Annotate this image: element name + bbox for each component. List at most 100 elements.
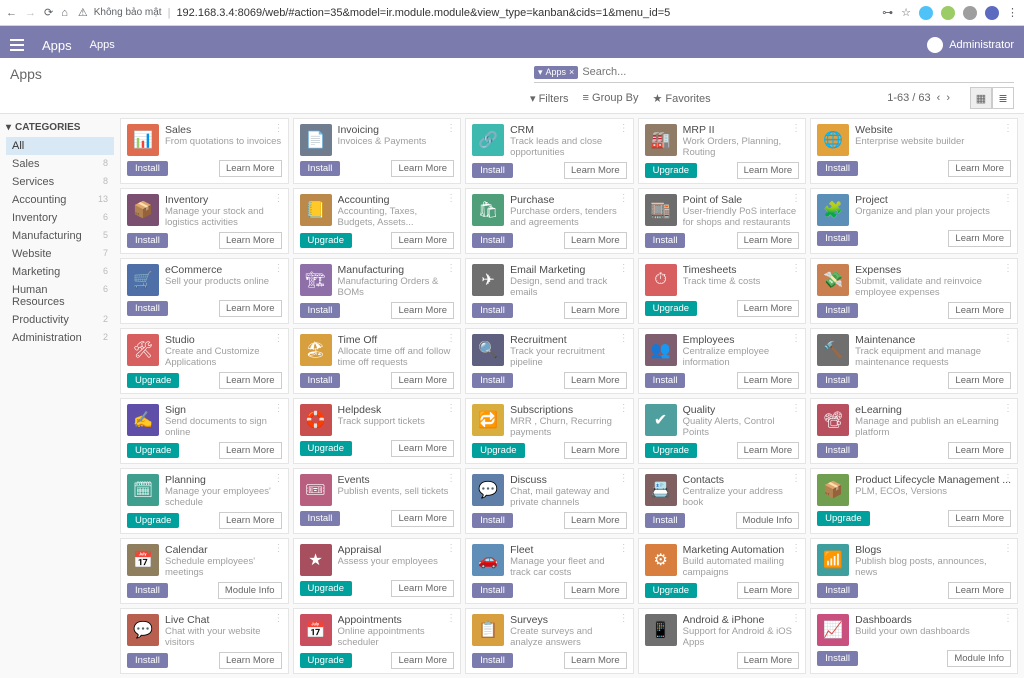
learn-more-button[interactable]: Learn More <box>737 300 800 317</box>
app-card[interactable]: ⋮🛍PurchasePurchase orders, tenders and a… <box>465 188 634 254</box>
learn-more-button[interactable]: Learn More <box>219 232 282 249</box>
card-menu-icon[interactable]: ⋮ <box>619 543 629 554</box>
sidebar-item-services[interactable]: Services8 <box>6 173 114 191</box>
learn-more-button[interactable]: Learn More <box>564 442 627 459</box>
install-button[interactable]: Install <box>817 583 858 598</box>
install-button[interactable]: Install <box>472 233 513 248</box>
facet-remove-icon[interactable]: × <box>569 67 574 77</box>
card-menu-icon[interactable]: ⋮ <box>791 403 801 414</box>
learn-more-button[interactable]: Module Info <box>736 512 800 529</box>
app-card[interactable]: ⋮🔍RecruitmentTrack your recruitment pipe… <box>465 328 634 394</box>
app-card[interactable]: ⋮⚙Marketing AutomationBuild automated ma… <box>638 538 807 604</box>
app-card[interactable]: ⋮👥EmployeesCentralize employee informati… <box>638 328 807 394</box>
app-card[interactable]: ⋮🌐WebsiteEnterprise website builderInsta… <box>810 118 1018 184</box>
key-icon[interactable]: ⊶ <box>882 6 893 19</box>
app-card[interactable]: ⋮⏱TimesheetsTrack time & costsUpgradeLea… <box>638 258 807 324</box>
install-button[interactable]: Install <box>817 443 858 458</box>
browser-menu-icon[interactable]: ⋮ <box>1007 6 1018 19</box>
learn-more-button[interactable]: Learn More <box>219 512 282 529</box>
learn-more-button[interactable]: Learn More <box>737 582 800 599</box>
learn-more-button[interactable]: Learn More <box>564 582 627 599</box>
card-menu-icon[interactable]: ⋮ <box>1003 193 1013 204</box>
app-card[interactable]: ⋮🛟HelpdeskTrack support ticketsUpgradeLe… <box>293 398 462 464</box>
install-button[interactable]: Install <box>300 373 341 388</box>
sidebar-item-inventory[interactable]: Inventory6 <box>6 209 114 227</box>
sidebar-item-website[interactable]: Website7 <box>6 245 114 263</box>
card-menu-icon[interactable]: ⋮ <box>1003 613 1013 624</box>
card-menu-icon[interactable]: ⋮ <box>791 193 801 204</box>
app-card[interactable]: ⋮📅AppointmentsOnline appointments schedu… <box>293 608 462 674</box>
caret-down-icon[interactable]: ▾ <box>6 122 11 133</box>
card-menu-icon[interactable]: ⋮ <box>619 613 629 624</box>
upgrade-button[interactable]: Upgrade <box>645 163 697 178</box>
learn-more-button[interactable]: Learn More <box>948 160 1011 177</box>
app-card[interactable]: ⋮🛠StudioCreate and Customize Application… <box>120 328 289 394</box>
app-card[interactable]: ⋮📋SurveysCreate surveys and analyze answ… <box>465 608 634 674</box>
app-card[interactable]: ⋮📦InventoryManage your stock and logisti… <box>120 188 289 254</box>
back-icon[interactable]: ← <box>6 7 17 19</box>
learn-more-button[interactable]: Learn More <box>391 372 454 389</box>
sidebar-item-human-resources[interactable]: Human Resources6 <box>6 281 114 311</box>
sidebar-item-accounting[interactable]: Accounting13 <box>6 191 114 209</box>
list-view-btn[interactable]: ≣ <box>992 87 1014 109</box>
sidebar-item-manufacturing[interactable]: Manufacturing5 <box>6 227 114 245</box>
reload-icon[interactable]: ⟳ <box>44 6 53 19</box>
app-card[interactable]: ⋮📈DashboardsBuild your own dashboardsIns… <box>810 608 1018 674</box>
learn-more-button[interactable]: Learn More <box>948 372 1011 389</box>
app-card[interactable]: ⋮🔨MaintenanceTrack equipment and manage … <box>810 328 1018 394</box>
card-menu-icon[interactable]: ⋮ <box>1003 473 1013 484</box>
learn-more-button[interactable]: Learn More <box>391 232 454 249</box>
learn-more-button[interactable]: Module Info <box>218 582 282 599</box>
learn-more-button[interactable]: Learn More <box>564 302 627 319</box>
learn-more-button[interactable]: Learn More <box>564 372 627 389</box>
upgrade-button[interactable]: Upgrade <box>127 373 179 388</box>
upgrade-button[interactable]: Upgrade <box>300 441 352 456</box>
card-menu-icon[interactable]: ⋮ <box>274 263 284 274</box>
app-card[interactable]: ⋮★AppraisalAssess your employeesUpgradeL… <box>293 538 462 604</box>
card-menu-icon[interactable]: ⋮ <box>446 543 456 554</box>
url-text[interactable]: 192.168.3.4:8069/web/#action=35&model=ir… <box>176 7 670 19</box>
learn-more-button[interactable]: Learn More <box>948 510 1011 527</box>
app-card[interactable]: ⋮🏗ManufacturingManufacturing Orders & BO… <box>293 258 462 324</box>
card-menu-icon[interactable]: ⋮ <box>1003 543 1013 554</box>
app-card[interactable]: ⋮🛒eCommerceSell your products onlineInst… <box>120 258 289 324</box>
upgrade-button[interactable]: Upgrade <box>300 233 352 248</box>
upgrade-button[interactable]: Upgrade <box>472 443 524 458</box>
app-card[interactable]: ⋮🔗CRMTrack leads and close opportunities… <box>465 118 634 184</box>
ext3-icon[interactable] <box>963 6 977 20</box>
card-menu-icon[interactable]: ⋮ <box>791 123 801 134</box>
card-menu-icon[interactable]: ⋮ <box>446 403 456 414</box>
app-card[interactable]: ⋮✈Email MarketingDesign, send and track … <box>465 258 634 324</box>
app-card[interactable]: ⋮🏖Time OffAllocate time off and follow t… <box>293 328 462 394</box>
upgrade-button[interactable]: Upgrade <box>645 443 697 458</box>
card-menu-icon[interactable]: ⋮ <box>791 613 801 624</box>
card-menu-icon[interactable]: ⋮ <box>1003 403 1013 414</box>
app-card[interactable]: ⋮🚗FleetManage your fleet and track car c… <box>465 538 634 604</box>
install-button[interactable]: Install <box>127 233 168 248</box>
learn-more-button[interactable]: Learn More <box>564 232 627 249</box>
learn-more-button[interactable]: Learn More <box>391 160 454 177</box>
card-menu-icon[interactable]: ⋮ <box>446 263 456 274</box>
card-menu-icon[interactable]: ⋮ <box>274 613 284 624</box>
card-menu-icon[interactable]: ⋮ <box>274 333 284 344</box>
learn-more-button[interactable]: Learn More <box>737 372 800 389</box>
install-button[interactable]: Install <box>817 373 858 388</box>
app-card[interactable]: ⋮📄InvoicingInvoices & PaymentsInstallLea… <box>293 118 462 184</box>
learn-more-button[interactable]: Learn More <box>564 652 627 669</box>
card-menu-icon[interactable]: ⋮ <box>791 263 801 274</box>
app-card[interactable]: ⋮🧩ProjectOrganize and plan your projects… <box>810 188 1018 254</box>
upgrade-button[interactable]: Upgrade <box>645 583 697 598</box>
learn-more-button[interactable]: Learn More <box>219 652 282 669</box>
app-card[interactable]: ⋮💬DiscussChat, mail gateway and private … <box>465 468 634 534</box>
app-card[interactable]: ⋮🎟EventsPublish events, sell ticketsInst… <box>293 468 462 534</box>
app-card[interactable]: ⋮🏬Point of SaleUser-friendly PoS interfa… <box>638 188 807 254</box>
learn-more-button[interactable]: Learn More <box>737 232 800 249</box>
learn-more-button[interactable]: Learn More <box>219 372 282 389</box>
upgrade-button[interactable]: Upgrade <box>817 511 869 526</box>
learn-more-button[interactable]: Learn More <box>564 162 627 179</box>
card-menu-icon[interactable]: ⋮ <box>619 263 629 274</box>
sidebar-item-administration[interactable]: Administration2 <box>6 329 114 347</box>
favorites-btn[interactable]: ★ Favorites <box>652 92 710 105</box>
install-button[interactable]: Install <box>472 653 513 668</box>
app-card[interactable]: ⋮🗓PlanningManage your employees' schedul… <box>120 468 289 534</box>
